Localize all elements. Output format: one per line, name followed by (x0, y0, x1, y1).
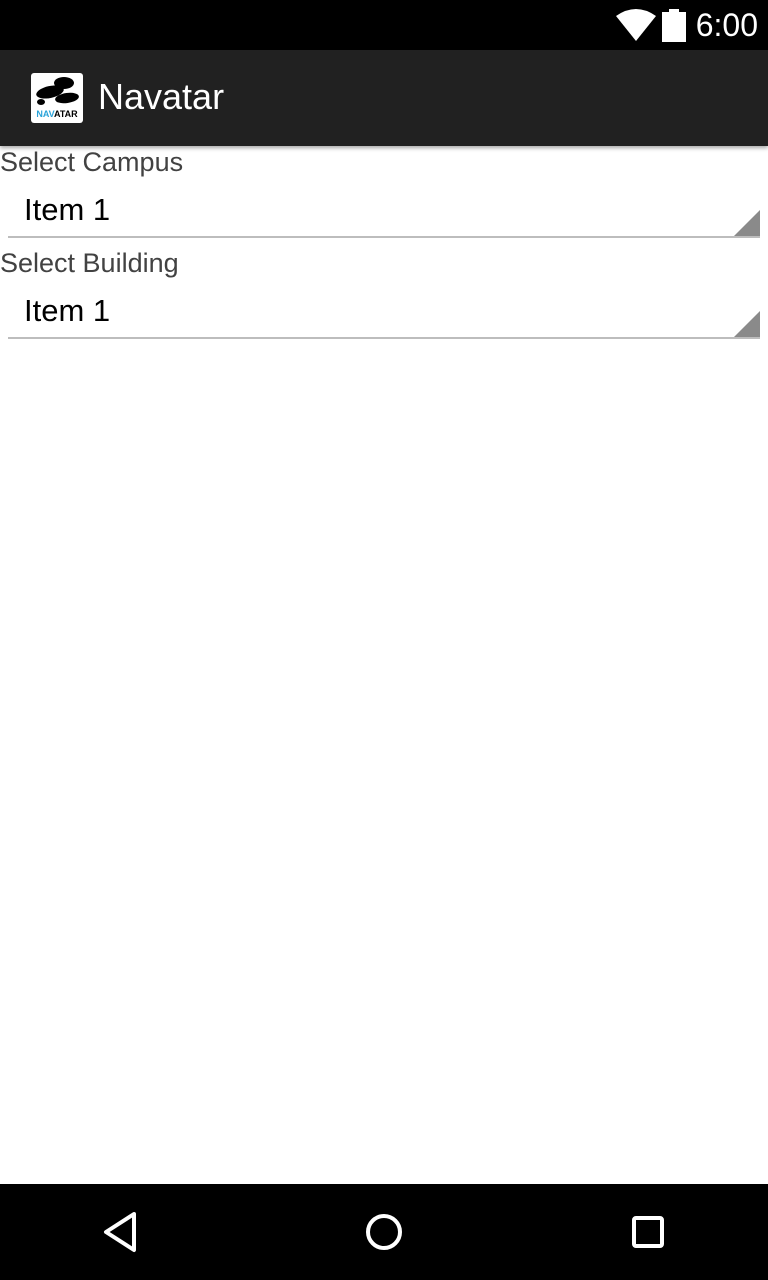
navigation-bar (0, 1184, 768, 1280)
dropdown-arrow-icon (734, 210, 760, 236)
status-clock: 6:00 (695, 7, 758, 43)
dropdown-arrow-icon (734, 311, 760, 337)
building-selected-value: Item 1 (24, 293, 111, 328)
navatar-logo-icon: NAVATAR (31, 73, 83, 123)
svg-text:NAVATAR: NAVATAR (36, 109, 78, 119)
recents-icon[interactable] (626, 1210, 670, 1254)
building-spinner[interactable]: Item 1 (8, 281, 760, 339)
campus-spinner[interactable]: Item 1 (8, 180, 760, 238)
main-content: Select Campus Item 1 Select Building Ite… (0, 146, 768, 1184)
app-bar: NAVATAR Navatar (0, 50, 768, 146)
campus-selected-value: Item 1 (24, 192, 111, 227)
app-title: Navatar (98, 76, 225, 117)
campus-label: Select Campus (0, 147, 184, 177)
battery-icon (662, 9, 686, 42)
building-label: Select Building (0, 248, 179, 278)
status-bar: 6:00 (0, 0, 768, 50)
wifi-icon (616, 9, 656, 41)
home-icon[interactable] (362, 1210, 406, 1254)
back-icon[interactable] (98, 1210, 142, 1254)
